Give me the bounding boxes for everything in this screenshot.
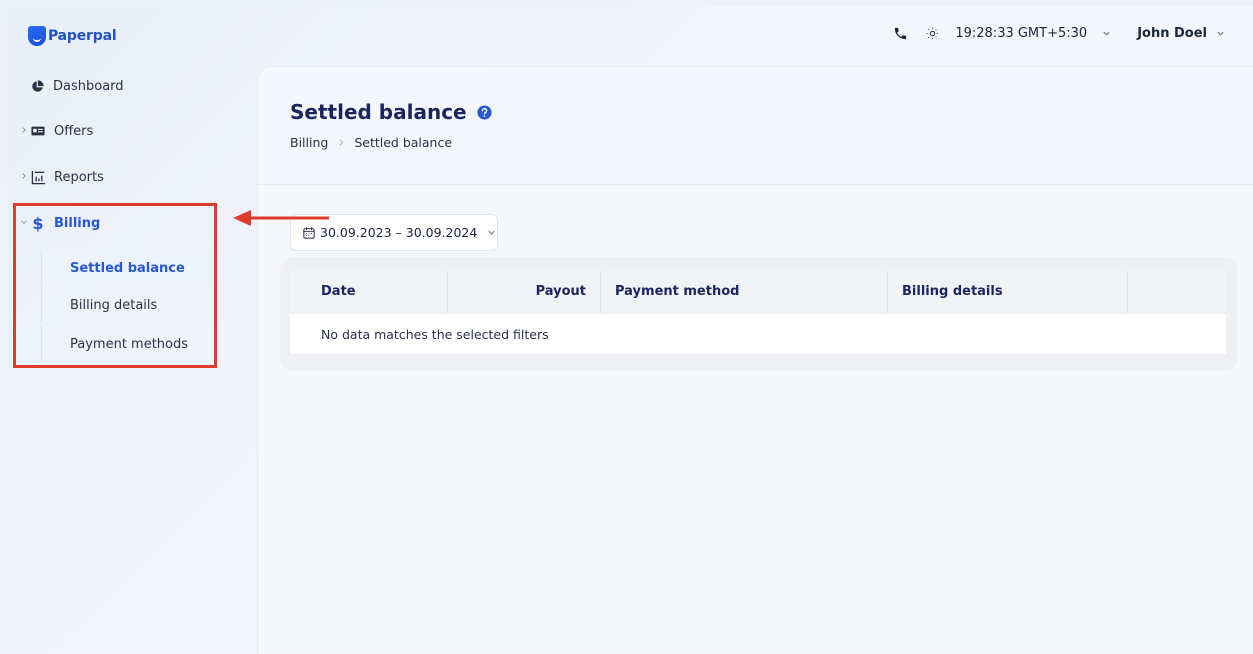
column-header-billing-details[interactable]: Billing details — [888, 270, 1128, 313]
paperpal-logo-icon — [28, 26, 46, 46]
top-bar: 19:28:33 GMT+5:30 John Doel — [891, 24, 1229, 42]
sidebar-item-dashboard[interactable]: Dashboard — [7, 74, 124, 98]
date-range-value: 30.09.2023 – 30.09.2024 — [320, 225, 478, 240]
timezone-clock[interactable]: 19:28:33 GMT+5:30 — [955, 26, 1087, 41]
breadcrumb-item-current: Settled balance — [354, 135, 453, 150]
chevron-right-icon — [20, 172, 30, 183]
annotation-arrow-icon — [233, 210, 329, 226]
page-title: Settled balance — [290, 100, 492, 124]
main-content: Settled balance Billing Settled balance … — [257, 66, 1253, 654]
column-header-actions — [1128, 270, 1226, 313]
breadcrumb: Billing Settled balance — [290, 135, 452, 150]
page-title-text: Settled balance — [290, 100, 467, 124]
help-icon[interactable] — [477, 104, 492, 120]
id-card-icon — [30, 123, 46, 139]
settled-balance-table: Date Payout Payment method Billing detai… — [290, 270, 1226, 354]
table-header: Date Payout Payment method Billing detai… — [290, 270, 1226, 313]
pie-chart-icon — [29, 78, 45, 94]
table-empty-message: No data matches the selected filters — [290, 313, 1226, 354]
settled-balance-table-container: Date Payout Payment method Billing detai… — [280, 257, 1238, 371]
sidebar-item-label: Reports — [54, 169, 104, 185]
logo-text: Paperpal — [48, 28, 117, 44]
sidebar-item-reports[interactable]: Reports — [7, 165, 104, 189]
chevron-right-icon — [20, 126, 30, 137]
theme-toggle-icon[interactable] — [923, 24, 941, 42]
chevron-right-icon — [337, 136, 345, 150]
column-header-date[interactable]: Date — [290, 270, 448, 313]
page-header: Settled balance Billing Settled balance — [258, 67, 1253, 185]
column-header-payment-method[interactable]: Payment method — [601, 270, 888, 313]
annotation-highlight-box — [13, 203, 217, 368]
column-header-payout[interactable]: Payout — [448, 270, 601, 313]
bar-chart-icon — [30, 169, 46, 185]
user-menu[interactable]: John Doel — [1137, 26, 1207, 41]
sidebar-item-label: Dashboard — [53, 78, 124, 94]
paperpal-logo[interactable]: Paperpal — [28, 26, 117, 46]
sidebar-item-offers[interactable]: Offers — [7, 119, 93, 143]
chevron-down-icon[interactable] — [1097, 24, 1115, 42]
chevron-down-icon[interactable] — [1211, 24, 1229, 42]
breadcrumb-item-billing[interactable]: Billing — [290, 135, 328, 150]
calendar-icon — [303, 226, 315, 239]
chevron-down-icon — [487, 228, 496, 237]
phone-icon[interactable] — [891, 24, 909, 42]
sidebar-item-label: Offers — [54, 123, 94, 139]
